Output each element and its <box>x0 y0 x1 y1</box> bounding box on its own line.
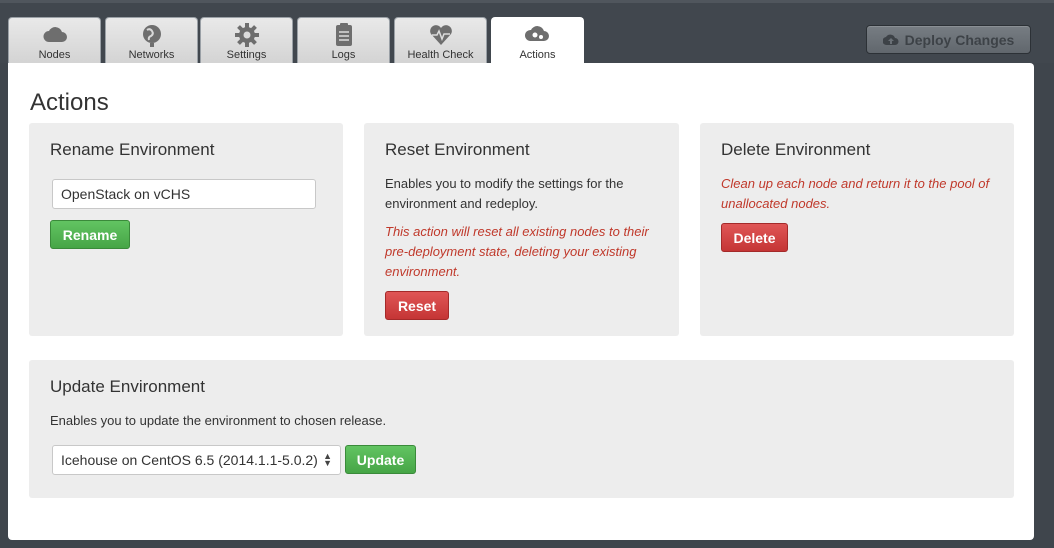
tab-label: Settings <box>226 49 267 61</box>
tab-settings[interactable]: Settings <box>200 17 293 66</box>
update-button[interactable]: Update <box>345 445 416 474</box>
tab-actions[interactable]: Actions <box>491 17 584 67</box>
delete-warning: Clean up each node and return it to the … <box>721 176 990 211</box>
update-description: Enables you to update the environment to… <box>50 413 387 428</box>
reset-environment-box: Reset Environment Enables you to modify … <box>364 123 679 336</box>
tab-label: Networks <box>128 49 175 61</box>
selected-release: Icehouse on CentOS 6.5 (2014.1.1-5.0.2) <box>61 452 318 468</box>
top-nav-bar: Nodes Networks Settings Logs Health Chec… <box>0 0 1054 67</box>
tab-nodes[interactable]: Nodes <box>8 17 101 66</box>
update-title: Update Environment <box>50 377 205 396</box>
deploy-changes-button[interactable]: Deploy Changes <box>866 25 1031 54</box>
tab-networks[interactable]: Networks <box>105 17 198 66</box>
tab-label: Nodes <box>38 49 71 61</box>
rename-title: Rename Environment <box>50 140 215 159</box>
tab-health-check[interactable]: Health Check <box>394 17 487 66</box>
tab-label: Logs <box>331 49 356 61</box>
tab-label: Actions <box>519 49 556 61</box>
reset-button[interactable]: Reset <box>385 291 449 320</box>
actions-panel: Actions Rename Environment Rename Reset … <box>8 63 1034 540</box>
deploy-label: Deploy Changes <box>904 31 1015 48</box>
rename-environment-box: Rename Environment Rename <box>29 123 343 336</box>
cloud-gears-icon <box>524 26 549 41</box>
delete-environment-box: Delete Environment Clean up each node an… <box>700 123 1014 336</box>
tab-logs[interactable]: Logs <box>297 17 390 66</box>
delete-button[interactable]: Delete <box>721 223 788 252</box>
environment-name-input[interactable] <box>52 179 316 209</box>
reset-warning: This action will reset all existing node… <box>385 224 649 279</box>
page-title: Actions <box>30 89 109 116</box>
update-environment-box: Update Environment Enables you to update… <box>29 360 1014 498</box>
rename-button[interactable]: Rename <box>50 220 130 249</box>
reset-title: Reset Environment <box>385 140 530 159</box>
clipboard-icon <box>335 23 352 46</box>
release-select[interactable]: Icehouse on CentOS 6.5 (2014.1.1-5.0.2) … <box>52 445 341 475</box>
globe-icon <box>142 25 161 47</box>
tab-label: Health Check <box>407 49 474 61</box>
gear-icon <box>234 23 259 47</box>
cloud-upload-icon <box>882 34 899 45</box>
select-arrows-icon: ▲ ▼ <box>323 451 332 468</box>
delete-title: Delete Environment <box>721 140 871 159</box>
reset-description: Enables you to modify the settings for t… <box>385 176 624 211</box>
heart-pulse-icon <box>429 25 452 45</box>
cloud-icon <box>43 27 67 42</box>
